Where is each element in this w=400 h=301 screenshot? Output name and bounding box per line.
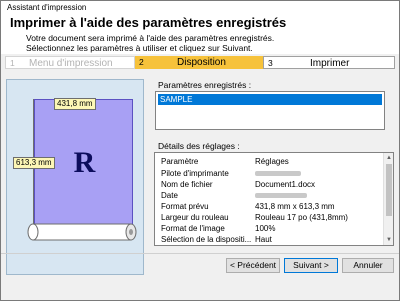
scroll-down-icon[interactable]: ▼	[384, 235, 393, 245]
details-header-key: Paramètre	[161, 157, 199, 166]
step-imprimer: 3 Imprimer	[263, 56, 395, 69]
step-number: 2	[139, 57, 144, 67]
header-panel: Imprimer à l'aide des paramètres enregis…	[1, 14, 399, 54]
table-row: Format prévu 431,8 mm x 613,3 mm	[155, 201, 383, 212]
cancel-button[interactable]: Annuler	[342, 258, 394, 273]
window-title: Assistant d'impression	[1, 1, 399, 14]
saved-settings-label: Paramètres enregistrés :	[158, 80, 252, 90]
detail-key: Pilote d'imprimante	[161, 169, 229, 178]
table-row: Pilote d'imprimante	[155, 168, 383, 179]
detail-key: Sélection de la dispositi...	[161, 235, 252, 244]
table-row: Largeur du rouleau Rouleau 17 po (431,8m…	[155, 212, 383, 223]
height-dimension-label: 613,3 mm	[13, 157, 55, 169]
detail-key: Date	[161, 191, 178, 200]
roll-core-icon	[27, 223, 137, 241]
wizard-steps: 1 Menu d'impression 2 Disposition 3 Impr…	[1, 56, 399, 69]
step-disposition: 2 Disposition	[135, 56, 263, 69]
previous-button[interactable]: < Précédent	[226, 258, 280, 273]
details-header-row: Paramètre Réglages	[155, 156, 383, 167]
detail-key: Nom de fichier	[161, 180, 213, 189]
details-scrollbar[interactable]: ▲ ▼	[383, 153, 393, 245]
table-row: Sélection de la dispositi... Haut	[155, 234, 383, 245]
redacted-value	[255, 193, 307, 198]
footer-divider	[1, 253, 399, 254]
detail-value: Document1.docx	[255, 180, 316, 189]
step-label: Menu d'impression	[29, 58, 113, 69]
step-label: Imprimer	[310, 58, 350, 69]
page-description: Votre document sera imprimé à l'aide des…	[26, 33, 326, 53]
layout-preview: R 431,8 mm 613,3 mm	[6, 79, 144, 275]
redacted-value	[255, 171, 301, 176]
step-number: 3	[268, 58, 273, 68]
detail-key: Format de l'image	[161, 224, 225, 233]
step-menu-impression: 1 Menu d'impression	[5, 56, 135, 69]
detail-value: Rouleau 17 po (431,8mm)	[255, 213, 348, 222]
scroll-thumb[interactable]	[386, 164, 392, 216]
saved-setting-item[interactable]: SAMPLE	[158, 94, 382, 105]
description-line-1: Votre document sera imprimé à l'aide des…	[26, 33, 275, 43]
saved-settings-list[interactable]: SAMPLE	[155, 91, 385, 130]
details-header-value: Réglages	[255, 157, 289, 166]
description-line-2: Sélectionnez les paramètres à utiliser e…	[26, 43, 253, 53]
step-label: Disposition	[177, 57, 226, 68]
detail-value: Haut	[255, 235, 272, 244]
table-row: Nom de fichier Document1.docx	[155, 179, 383, 190]
page-title: Imprimer à l'aide des paramètres enregis…	[10, 15, 287, 30]
print-assistant-window: Assistant d'impression Imprimer à l'aide…	[0, 0, 400, 301]
detail-value: 100%	[255, 224, 276, 233]
scroll-up-icon[interactable]: ▲	[384, 153, 393, 163]
table-row: Date	[155, 190, 383, 201]
width-dimension-label: 431,8 mm	[54, 98, 96, 110]
step-number: 1	[10, 58, 15, 68]
detail-value: 431,8 mm x 613,3 mm	[255, 202, 335, 211]
detail-key: Format prévu	[161, 202, 209, 211]
details-table[interactable]: Paramètre Réglages Pilote d'imprimante N…	[154, 152, 394, 246]
details-label: Détails des réglages :	[158, 141, 240, 151]
detail-key: Largeur du rouleau	[161, 213, 229, 222]
table-row: Format de l'image 100%	[155, 223, 383, 234]
next-button[interactable]: Suivant >	[284, 258, 338, 273]
